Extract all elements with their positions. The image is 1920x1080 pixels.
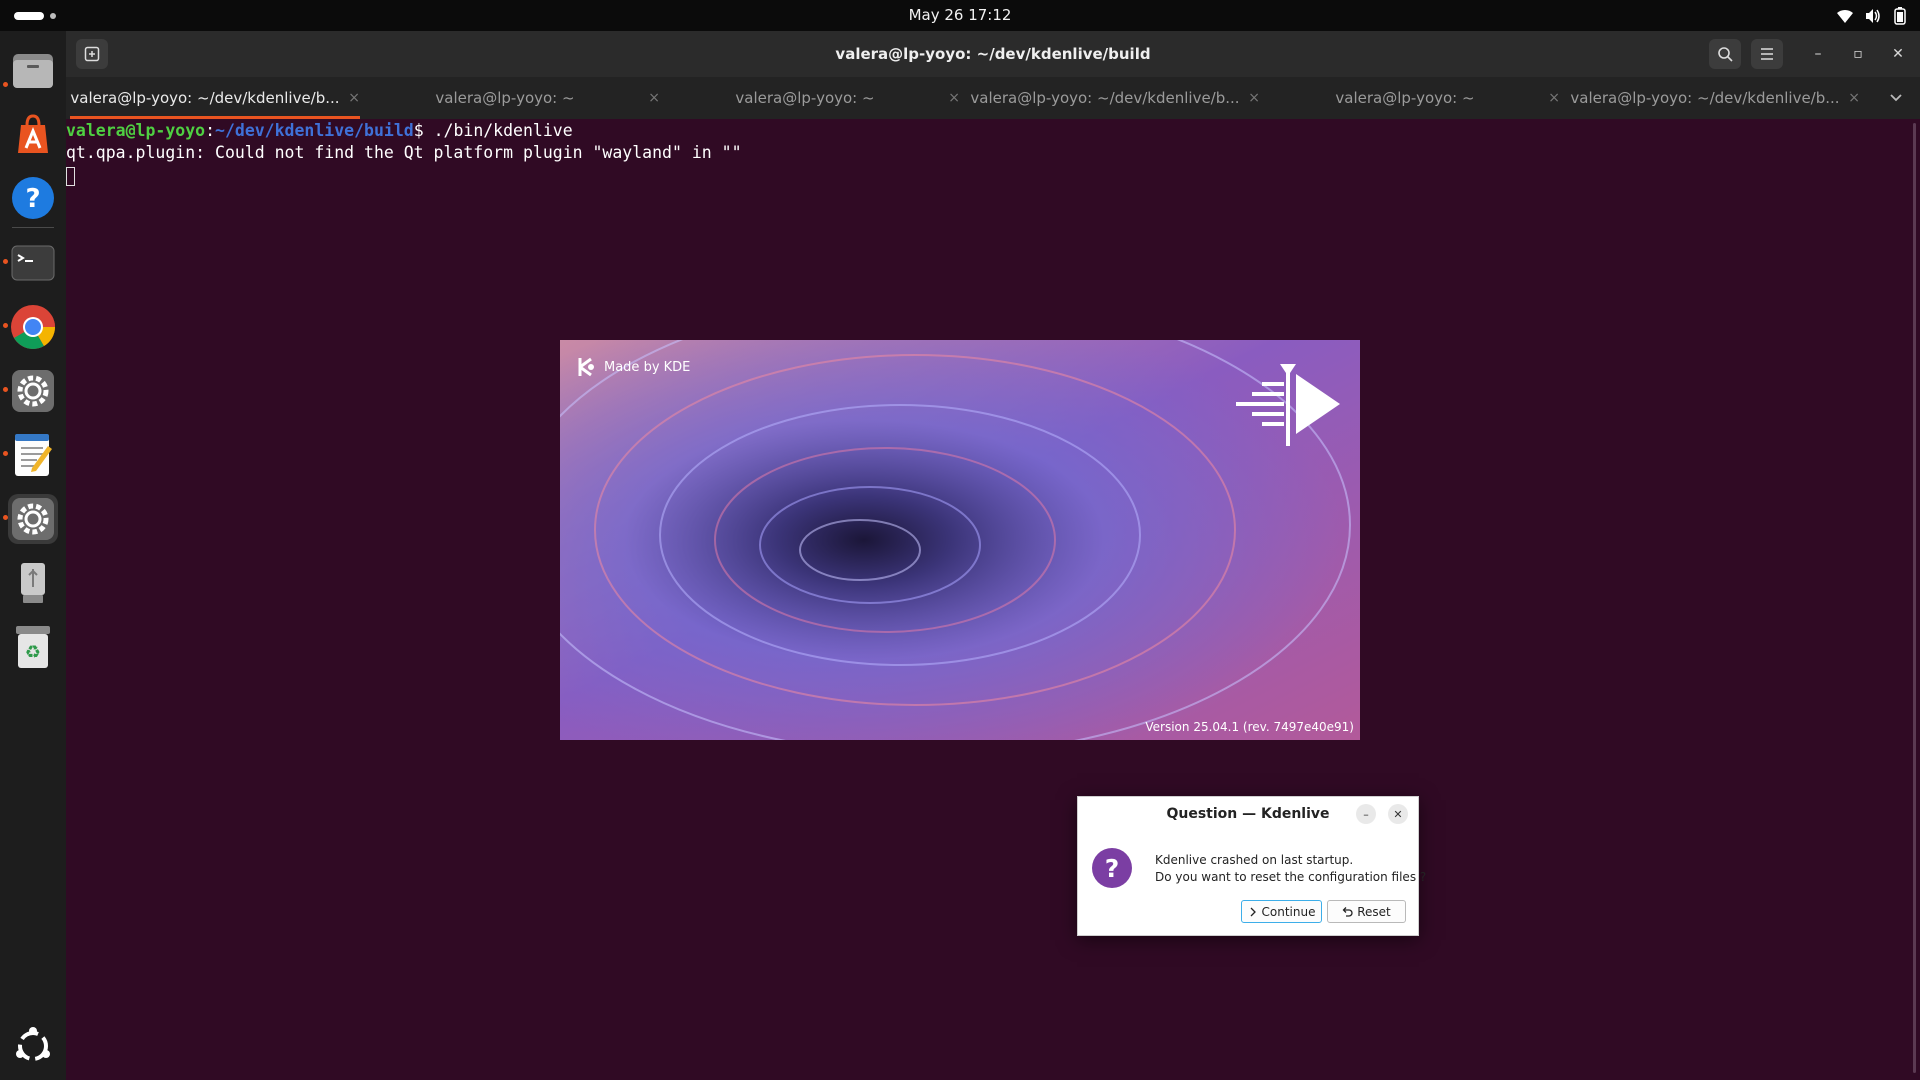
prompt-separator: : xyxy=(205,121,216,140)
question-dialog: Question — Kdenlive – ✕ ? Kdenlive crash… xyxy=(1077,796,1426,936)
minimize-button[interactable]: – xyxy=(1807,43,1829,65)
tab-close-icon[interactable]: × xyxy=(948,77,960,119)
dock: ? ♻ xyxy=(0,31,66,1080)
text-cursor xyxy=(66,167,75,186)
files-icon xyxy=(13,54,53,88)
tab-bar: valera@lp-yoyo: ~/dev/kdenlive/b... × va… xyxy=(66,77,1920,119)
kdenlive-logo-icon xyxy=(1236,364,1340,446)
title-bar[interactable]: valera@lp-yoyo: ~/dev/kdenlive/build – ▫… xyxy=(66,31,1920,77)
command-text: ./bin/kdenlive xyxy=(433,121,573,140)
maximize-button[interactable]: ▫ xyxy=(1847,43,1869,65)
dock-usb-drive[interactable] xyxy=(8,558,58,608)
prompt-user: valera@lp-yoyo xyxy=(66,121,206,140)
tab-close-icon[interactable]: × xyxy=(648,77,660,119)
tab-close-icon[interactable]: × xyxy=(1248,77,1260,119)
dock-files[interactable] xyxy=(8,45,58,95)
dock-app-center[interactable] xyxy=(8,109,58,159)
dock-terminal[interactable] xyxy=(8,238,58,288)
scrollbar[interactable] xyxy=(1913,123,1916,1073)
tab-2[interactable]: valera@lp-yoyo: ~ × xyxy=(370,77,670,119)
continue-button[interactable]: Continue xyxy=(1241,900,1322,923)
terminal-icon xyxy=(11,245,55,281)
tab-4[interactable]: valera@lp-yoyo: ~/dev/kdenlive/b... × xyxy=(970,77,1270,119)
kdenlive-splash: Made by KDE Version 25.04.1 (rev. 7497e4… xyxy=(560,340,1360,740)
app-center-icon xyxy=(18,114,48,153)
tab-label: valera@lp-yoyo: ~/dev/kdenlive/b... xyxy=(1570,89,1840,107)
prompt-path: ~/dev/kdenlive/build xyxy=(215,121,414,140)
dock-separator xyxy=(12,227,54,228)
dock-help[interactable]: ? xyxy=(8,173,58,223)
svg-text:?: ? xyxy=(25,184,40,214)
dock-text-editor[interactable] xyxy=(8,430,58,480)
search-icon xyxy=(1718,47,1733,62)
reset-button[interactable]: Reset xyxy=(1327,900,1406,923)
tab-close-icon[interactable]: × xyxy=(1848,77,1860,119)
question-icon: ? xyxy=(1092,848,1132,888)
tab-close-icon[interactable]: × xyxy=(1548,77,1560,119)
made-by-kde-label: Made by KDE xyxy=(604,359,691,375)
text-editor-icon xyxy=(15,434,52,476)
tab-1[interactable]: valera@lp-yoyo: ~/dev/kdenlive/b... × xyxy=(70,77,370,119)
clock[interactable]: May 26 17:12 xyxy=(0,0,1920,31)
kde-logo-icon xyxy=(578,357,594,377)
dialog-message-line-2: Do you want to reset the configuration f… xyxy=(1155,870,1427,884)
settings-icon xyxy=(12,370,54,412)
hamburger-icon xyxy=(1761,48,1773,60)
prompt-dollar: $ xyxy=(413,121,434,140)
version-label: Version 25.04.1 (rev. 7497e40e91) xyxy=(1145,720,1354,734)
tab-label: valera@lp-yoyo: ~ xyxy=(735,89,875,107)
made-by-kde-badge: Made by KDE xyxy=(576,356,690,378)
output-line: qt.qpa.plugin: Could not find the Qt pla… xyxy=(66,143,742,162)
show-apps-icon xyxy=(16,1027,50,1061)
tab-6[interactable]: valera@lp-yoyo: ~/dev/kdenlive/b... × xyxy=(1570,77,1870,119)
window-title: valera@lp-yoyo: ~/dev/kdenlive/build xyxy=(835,45,1151,63)
tab-5[interactable]: valera@lp-yoyo: ~ × xyxy=(1270,77,1570,119)
dialog-minimize-button[interactable]: – xyxy=(1356,804,1376,824)
close-button[interactable]: ✕ xyxy=(1887,43,1909,65)
system-tray[interactable] xyxy=(1836,0,1908,31)
chrome-icon xyxy=(11,305,55,349)
search-button[interactable] xyxy=(1709,39,1741,69)
chevron-down-icon[interactable] xyxy=(1886,87,1906,107)
reset-label: Reset xyxy=(1357,904,1391,919)
volume-icon xyxy=(1866,8,1880,23)
usb-drive-icon xyxy=(21,563,45,603)
wifi-icon xyxy=(1837,9,1853,23)
dialog-close-button[interactable]: ✕ xyxy=(1388,804,1408,824)
battery-icon xyxy=(1894,6,1906,25)
dock-show-apps[interactable] xyxy=(8,1021,58,1071)
chevron-right-icon xyxy=(1250,907,1256,916)
tab-label: valera@lp-yoyo: ~/dev/kdenlive/b... xyxy=(970,89,1240,107)
kdenlive-settings-icon xyxy=(12,498,54,540)
dock-kdenlive-settings[interactable] xyxy=(8,494,58,544)
svg-text:?: ? xyxy=(1105,854,1120,883)
help-icon: ? xyxy=(12,177,54,219)
command-line: valera@lp-yoyo:~/dev/kdenlive/build$ ./b… xyxy=(66,121,573,140)
tab-close-icon[interactable]: × xyxy=(348,77,360,119)
tab-label: valera@lp-yoyo: ~/dev/kdenlive/b... xyxy=(70,89,340,107)
undo-icon xyxy=(1342,907,1353,917)
tab-label: valera@lp-yoyo: ~ xyxy=(435,89,575,107)
tab-3[interactable]: valera@lp-yoyo: ~ × xyxy=(670,77,970,119)
trash-icon: ♻ xyxy=(16,626,50,668)
dock-chrome[interactable] xyxy=(8,302,58,352)
dialog-message-line-1: Kdenlive crashed on last startup. xyxy=(1155,853,1354,867)
top-bar: May 26 17:12 xyxy=(0,0,1920,31)
continue-label: Continue xyxy=(1261,904,1316,919)
dock-trash[interactable]: ♻ xyxy=(8,622,58,672)
tab-label: valera@lp-yoyo: ~ xyxy=(1335,89,1475,107)
menu-button[interactable] xyxy=(1751,39,1783,69)
dock-settings[interactable] xyxy=(8,366,58,416)
svg-text:♻: ♻ xyxy=(25,642,41,663)
